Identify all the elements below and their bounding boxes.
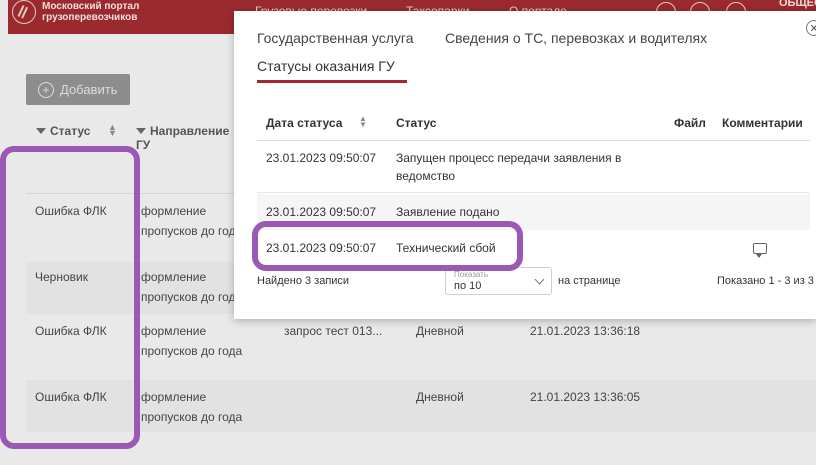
column-header-file: Файл bbox=[674, 116, 706, 130]
sort-icon[interactable]: ▲ ▼ bbox=[359, 115, 367, 129]
add-button[interactable]: + Добавить bbox=[26, 74, 130, 105]
row-2-status: Черновик bbox=[35, 270, 88, 284]
column-label: Статус bbox=[50, 124, 91, 138]
logo-line-2: грузоперевозчиков bbox=[42, 12, 138, 23]
row-status: Технический сбой bbox=[396, 241, 496, 255]
tab-vehicle-info[interactable]: Сведения о ТС, перевозках и водителях bbox=[445, 30, 707, 46]
row-date: 23.01.2023 09:50:07 bbox=[266, 241, 377, 255]
table-row: 23.01.2023 09:50:07 Технический сбой bbox=[257, 230, 810, 266]
row-4-status: Ошибка ФЛК bbox=[35, 390, 107, 404]
row-date: 23.01.2023 09:50:07 bbox=[266, 151, 377, 165]
tab-service-statuses[interactable]: Статусы оказания ГУ bbox=[257, 58, 395, 74]
user-name[interactable]: ОБЩЕСТВО bbox=[779, 0, 816, 9]
page-size-label: Показать bbox=[454, 270, 489, 279]
column-header-direction[interactable]: Направление ГУ bbox=[136, 124, 246, 152]
add-button-label: Добавить bbox=[60, 82, 118, 97]
page-size-value: по 10 bbox=[454, 280, 482, 292]
chevron-down-icon bbox=[534, 274, 545, 285]
row-3-direction: формление пропусков до года bbox=[141, 324, 243, 358]
records-found: Найдено 3 записи bbox=[257, 275, 350, 287]
per-page-label: на странице bbox=[558, 275, 621, 287]
row-3-type: Дневной bbox=[416, 324, 464, 338]
page-size-select[interactable]: Показать по 10 bbox=[445, 267, 552, 295]
row-1-status: Ошибка ФЛК bbox=[35, 204, 107, 218]
column-header-status[interactable]: Статус bbox=[36, 124, 90, 138]
row-date: 23.01.2023 09:50:07 bbox=[266, 205, 377, 219]
portal-logo-text[interactable]: Московский портал грузоперевозчиков bbox=[42, 1, 139, 23]
row-3-status: Ошибка ФЛК bbox=[35, 324, 107, 338]
row-status: Заявление подано bbox=[396, 205, 500, 219]
column-label: Направление ГУ bbox=[136, 124, 230, 152]
column-header-status: Статус bbox=[396, 116, 437, 130]
status-modal: Государственная услуга Сведения о ТС, пе… bbox=[234, 11, 816, 319]
filter-icon[interactable] bbox=[36, 128, 46, 134]
logo-line-1: Московский портал bbox=[42, 1, 140, 12]
row-status: Запущен процесс передачи заявления в вед… bbox=[396, 151, 622, 183]
row-3-name[interactable]: запрос тест 013... bbox=[284, 321, 382, 341]
shown-range: Показано 1 - 3 из 3 bbox=[717, 275, 814, 287]
table-row: 23.01.2023 09:50:07 Запущен процесс пере… bbox=[257, 141, 810, 193]
close-icon[interactable]: ✕ bbox=[806, 20, 816, 36]
plus-icon: + bbox=[38, 81, 54, 98]
row-4-type: Дневной bbox=[416, 390, 464, 404]
row-4-date: 21.01.2023 13:36:05 bbox=[530, 390, 641, 404]
column-header-comments: Комментарии bbox=[722, 116, 803, 130]
column-header-date[interactable]: Дата статуса bbox=[266, 116, 342, 130]
active-tab-indicator bbox=[257, 80, 407, 83]
filter-icon[interactable] bbox=[136, 128, 146, 134]
row-4-direction: формление пропусков до года bbox=[141, 390, 243, 424]
table-header: Дата статуса ▲ ▼ Статус Файл Комментарии bbox=[257, 106, 810, 141]
sort-icon[interactable]: ▲ ▼ bbox=[108, 123, 117, 138]
tab-state-service[interactable]: Государственная услуга bbox=[257, 30, 414, 46]
comment-icon[interactable] bbox=[753, 243, 767, 258]
row-3-date: 21.01.2023 13:36:18 bbox=[530, 324, 641, 338]
table-row: 23.01.2023 09:50:07 Заявление подано bbox=[257, 194, 810, 230]
portal-logo-icon[interactable] bbox=[12, 0, 36, 24]
